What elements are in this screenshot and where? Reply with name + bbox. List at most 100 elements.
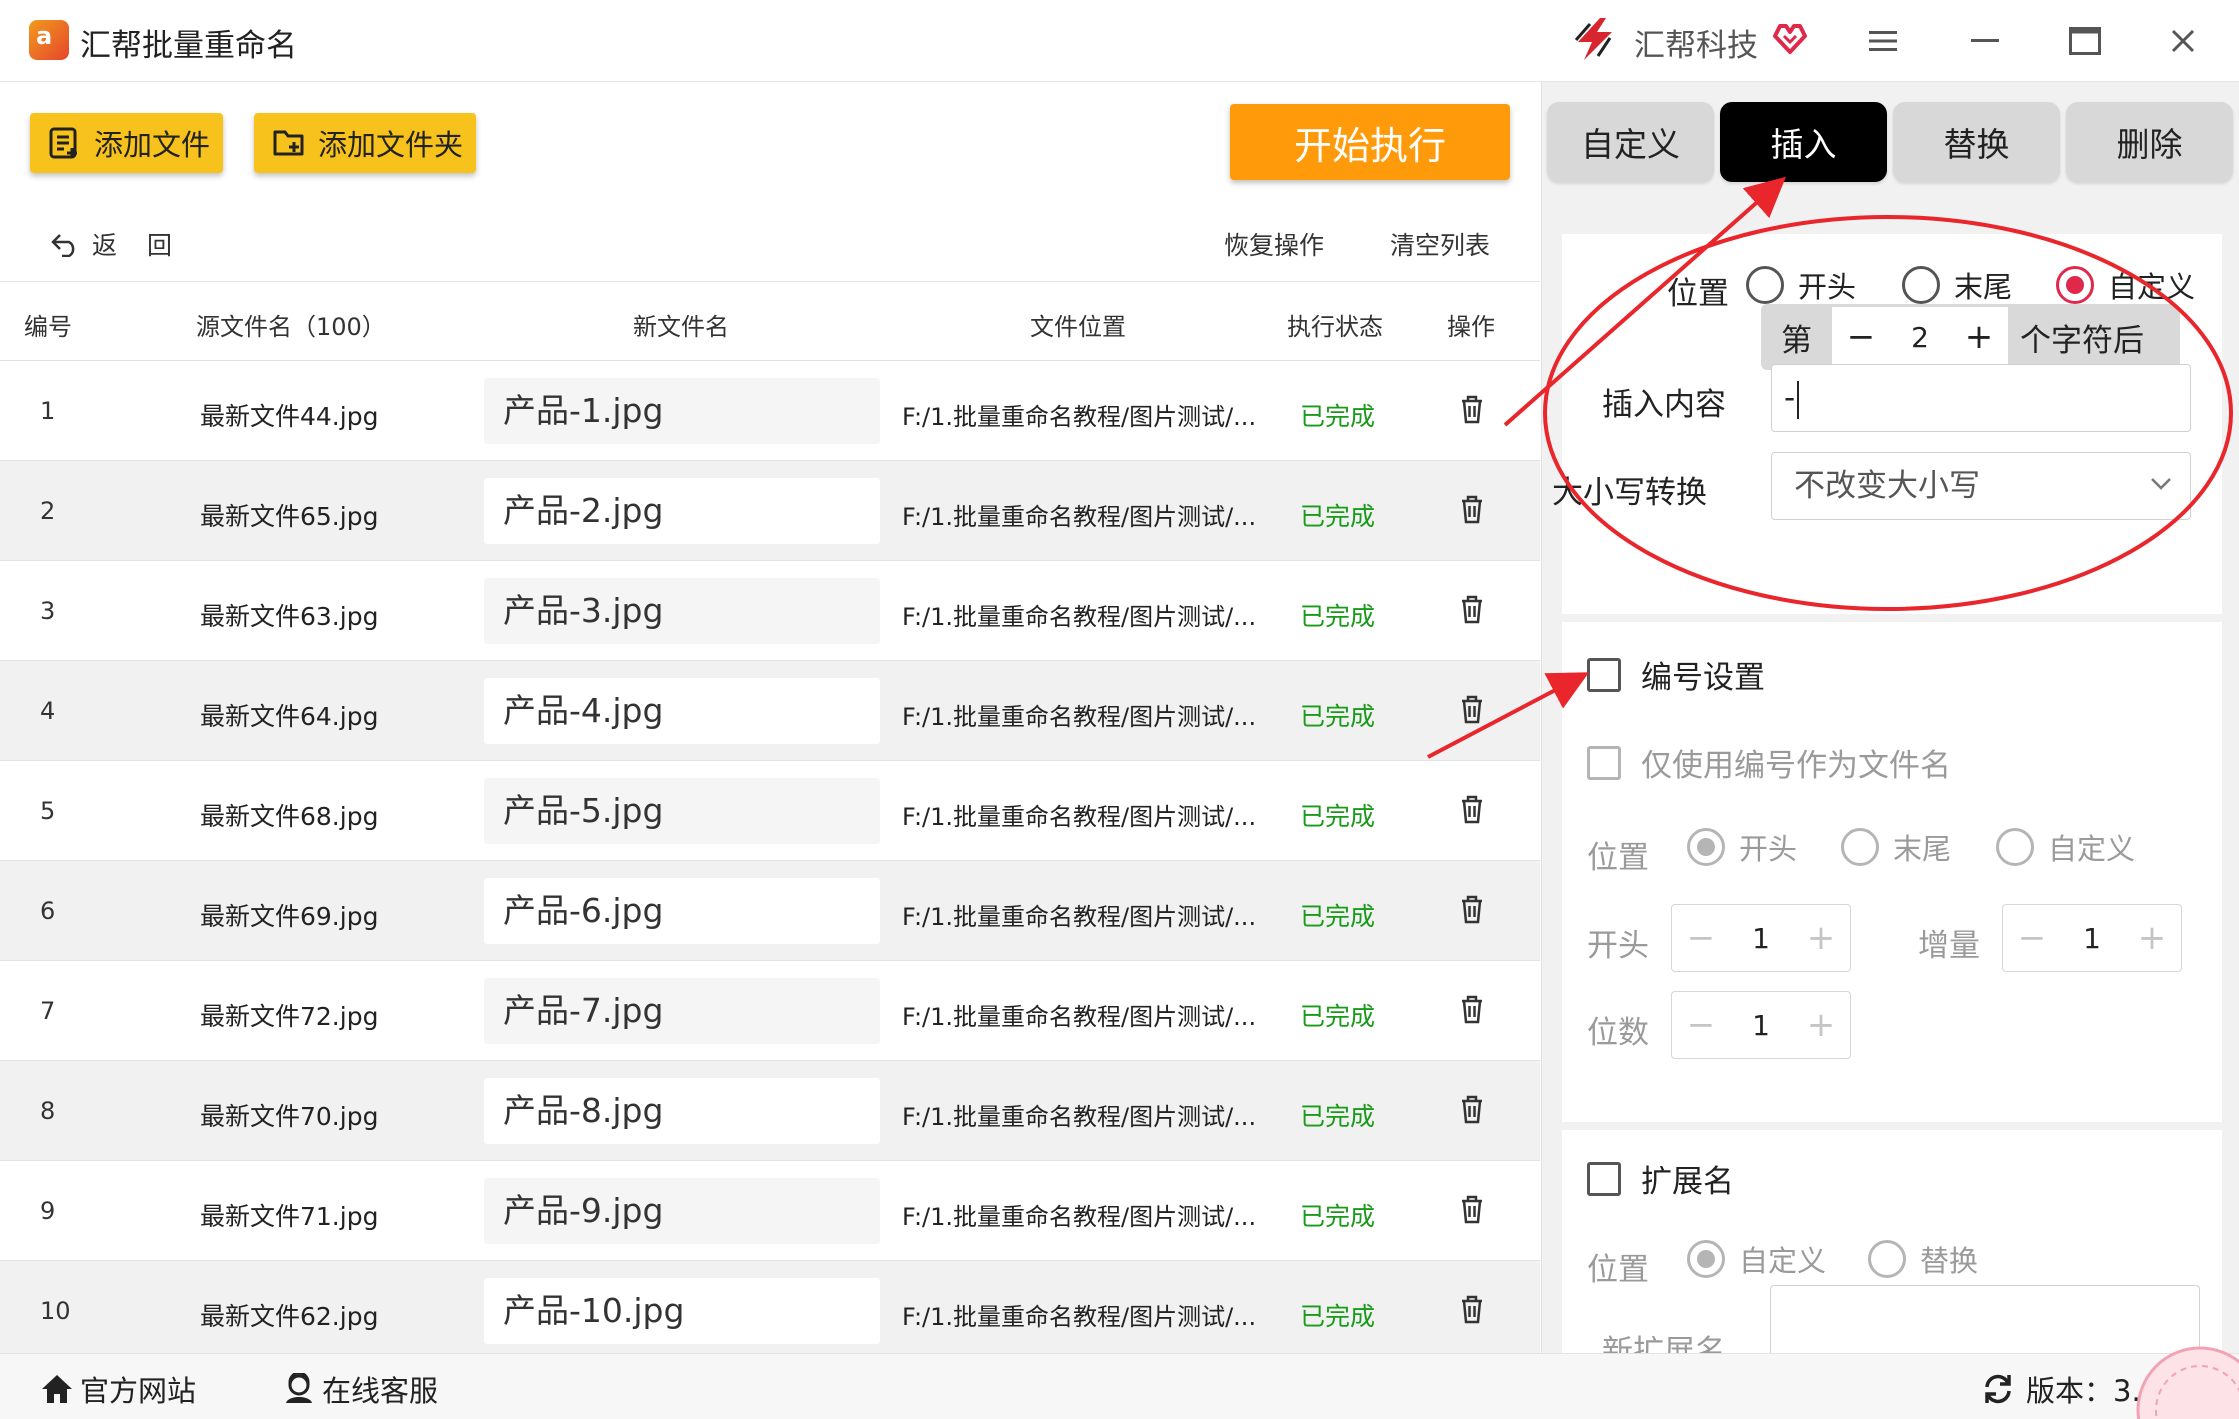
trash-icon[interactable] [1456,1293,1488,1325]
ext-pos-custom-radio[interactable]: 自定义 [1687,1238,1826,1280]
trash-icon[interactable] [1456,393,1488,425]
back-label: 返回 [92,231,203,260]
table-row[interactable]: 9 最新文件71.jpg 产品-9.jpg F:/1.批量重命名教程/图片测试/...… [0,1161,1540,1261]
radio-dot [1687,1240,1725,1278]
tab-custom[interactable]: 自定义 [1547,102,1714,182]
step-minus-button[interactable]: − [2017,918,2047,958]
num-pos-custom-radio[interactable]: 自定义 [1996,826,2135,868]
row-state: 已完成 [1300,702,1376,731]
row-location: F:/1.批量重命名教程/图片测试/... [902,903,1257,931]
trash-icon[interactable] [1456,793,1488,825]
char-value[interactable]: 2 [1911,321,1929,354]
radio-dot [1868,1240,1906,1278]
minimize-icon[interactable] [1960,16,2010,66]
row-new-name-field[interactable]: 产品-1.jpg [484,378,880,444]
row-location: F:/1.批量重命名教程/图片测试/... [902,1103,1257,1131]
row-source-name: 最新文件70.jpg [200,1102,379,1131]
menu-icon[interactable] [1858,16,1908,66]
row-state: 已完成 [1300,402,1376,431]
official-site-link[interactable]: 官方网站 [40,1368,196,1410]
num-pos-start-radio[interactable]: 开头 [1687,826,1797,868]
add-file-button[interactable]: 添加文件 [30,113,223,173]
heart-icon[interactable] [1770,18,1810,58]
maximize-icon[interactable] [2060,16,2110,66]
table-row[interactable]: 5 最新文件68.jpg 产品-5.jpg F:/1.批量重命名教程/图片测试/...… [0,761,1540,861]
digits-value[interactable]: 1 [1752,1009,1770,1042]
header-new-name: 新文件名 [633,313,729,341]
online-service-label: 在线客服 [322,1374,439,1408]
trash-icon[interactable] [1456,493,1488,525]
online-service-link[interactable]: 在线客服 [282,1368,438,1410]
row-new-name-field[interactable]: 产品-10.jpg [484,1278,880,1344]
row-location: F:/1.批量重命名教程/图片测试/... [902,803,1257,831]
table-row[interactable]: 2 最新文件65.jpg 产品-2.jpg F:/1.批量重命名教程/图片测试/...… [0,461,1540,561]
row-no: 3 [40,597,56,625]
table-row[interactable]: 3 最新文件63.jpg 产品-3.jpg F:/1.批量重命名教程/图片测试/...… [0,561,1540,661]
close-icon[interactable] [2158,16,2208,66]
char-plus-button[interactable]: + [1964,317,1994,357]
tab-delete[interactable]: 删除 [2066,102,2233,182]
numbering-step-label: 增量 [1918,928,1980,964]
radio-dot [1841,828,1879,866]
char-position-stepper: 第 − 2 + 个字符后 [1761,304,2180,370]
digits-minus-button[interactable]: − [1686,1005,1716,1045]
row-no: 4 [40,697,56,725]
trash-icon[interactable] [1456,593,1488,625]
row-source-name: 最新文件64.jpg [200,702,379,731]
insert-pos-custom-radio[interactable]: 自定义 [2056,264,2195,306]
table-row[interactable]: 1 最新文件44.jpg 产品-1.jpg F:/1.批量重命名教程/图片测试/...… [0,361,1540,461]
table-row[interactable]: 10 最新文件62.jpg 产品-10.jpg F:/1.批量重命名教程/图片测试/.… [0,1261,1540,1361]
start-plus-button[interactable]: + [1806,918,1836,958]
start-value[interactable]: 1 [1752,922,1770,955]
table-row[interactable]: 6 最新文件69.jpg 产品-6.jpg F:/1.批量重命名教程/图片测试/...… [0,861,1540,961]
insert-pos-start-radio[interactable]: 开头 [1746,264,1856,306]
tab-replace[interactable]: 替换 [1893,102,2060,182]
char-suffix: 个字符后 [2020,322,2144,359]
row-location: F:/1.批量重命名教程/图片测试/... [902,403,1257,431]
row-new-name-field[interactable]: 产品-5.jpg [484,778,880,844]
add-folder-button[interactable]: 添加文件夹 [254,113,476,173]
trash-icon[interactable] [1456,1193,1488,1225]
tab-insert[interactable]: 插入 [1720,102,1887,182]
trash-icon[interactable] [1456,993,1488,1025]
table-row[interactable]: 7 最新文件72.jpg 产品-7.jpg F:/1.批量重命名教程/图片测试/...… [0,961,1540,1061]
trash-icon[interactable] [1456,1093,1488,1125]
digits-plus-button[interactable]: + [1806,1005,1836,1045]
char-minus-button[interactable]: − [1846,317,1876,357]
insert-settings-card: 位置 开头 末尾 自定义 第 − 2 + 个字符后 插入内容 - 大小写转换 不… [1552,234,2222,614]
row-state: 已完成 [1300,602,1376,631]
row-new-name-field[interactable]: 产品-4.jpg [484,678,880,744]
row-new-name-field[interactable]: 产品-2.jpg [484,478,880,544]
chevron-down-icon [2151,478,2171,490]
start-minus-button[interactable]: − [1686,918,1716,958]
table-row[interactable]: 4 最新文件64.jpg 产品-4.jpg F:/1.批量重命名教程/图片测试/...… [0,661,1540,761]
insert-position-label: 位置 [1667,276,1729,312]
undo-icon [51,234,75,257]
trash-icon[interactable] [1456,893,1488,925]
row-new-name-field[interactable]: 产品-3.jpg [484,578,880,644]
extension-checkbox[interactable]: 扩展名 [1587,1156,1734,1201]
row-new-name-field[interactable]: 产品-9.jpg [484,1178,880,1244]
only-number-checkbox[interactable]: 仅使用编号作为文件名 [1587,740,1951,785]
clear-list-button[interactable]: 清空列表 [1390,226,1490,262]
row-new-name-field[interactable]: 产品-8.jpg [484,1078,880,1144]
start-button[interactable]: 开始执行 [1230,104,1510,180]
footer: 官方网站 在线客服 版本：3.4 [0,1353,2239,1419]
insert-pos-end-radio[interactable]: 末尾 [1902,264,2012,306]
step-plus-button[interactable]: + [2137,918,2167,958]
num-pos-end-radio[interactable]: 末尾 [1841,826,1951,868]
numbering-checkbox[interactable]: 编号设置 [1587,652,1765,697]
case-convert-select[interactable]: 不改变大小写 [1771,452,2191,520]
watermark-sticker-icon [2136,1346,2239,1419]
ext-pos-replace-radio[interactable]: 替换 [1868,1238,1978,1280]
header-op: 操作 [1447,313,1495,341]
row-no: 8 [40,1097,56,1125]
row-new-name-field[interactable]: 产品-6.jpg [484,878,880,944]
step-value[interactable]: 1 [2083,922,2101,955]
restore-button[interactable]: 恢复操作 [1224,226,1324,262]
table-row[interactable]: 8 最新文件70.jpg 产品-8.jpg F:/1.批量重命名教程/图片测试/...… [0,1061,1540,1161]
insert-content-input[interactable]: - [1771,364,2191,432]
trash-icon[interactable] [1456,693,1488,725]
row-new-name-field[interactable]: 产品-7.jpg [484,978,880,1044]
back-button[interactable]: 返回 [50,226,202,262]
